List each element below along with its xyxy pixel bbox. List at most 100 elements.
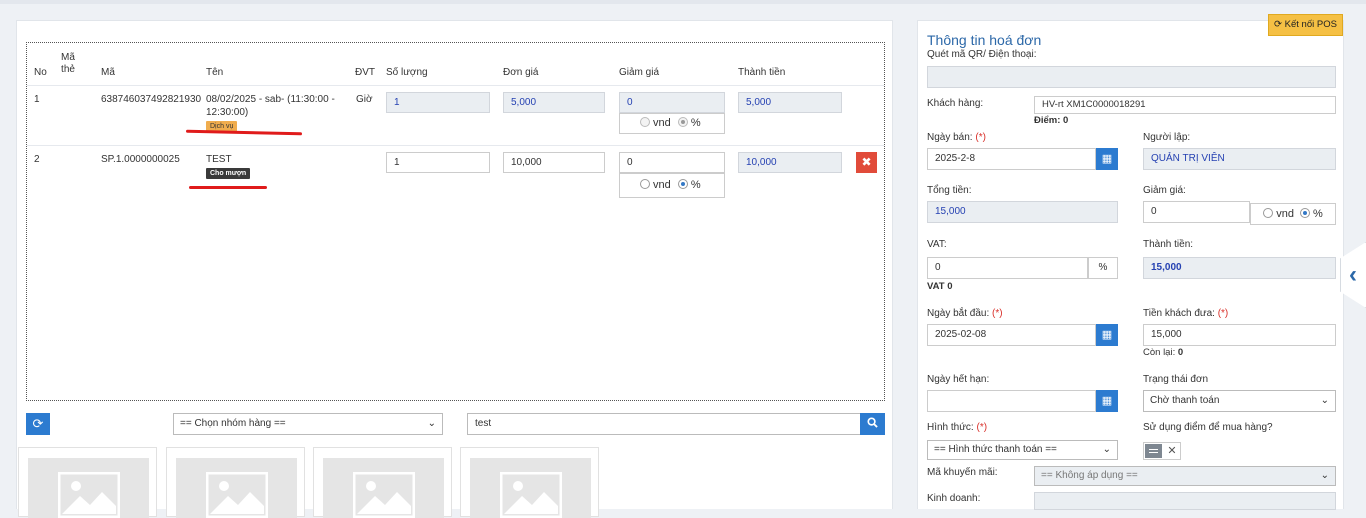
- promo-select[interactable]: == Không áp dụng == ⌄: [1034, 466, 1336, 486]
- start-date-calendar-button[interactable]: ▦: [1096, 324, 1118, 346]
- annotation-underline: [189, 186, 267, 189]
- paid-input[interactable]: 15,000: [1143, 324, 1336, 346]
- use-points-toggle[interactable]: ✕: [1143, 442, 1181, 460]
- row1-name-line1: 08/02/2025 - sab- (11:30:00 -: [206, 94, 335, 105]
- col-header-code: Mã: [101, 67, 115, 78]
- image-placeholder-icon: [500, 472, 562, 518]
- total-label: Tổng tiền:: [927, 185, 972, 196]
- cart-items-table: No Mã thẻ Mã Tên ĐVT Số lượng Đơn giá Gi…: [26, 42, 885, 401]
- row-divider: [27, 145, 884, 146]
- row1-unit: Giờ: [356, 94, 373, 105]
- row2-name: TEST: [206, 154, 232, 165]
- row1-quantity-input[interactable]: 1: [386, 92, 490, 113]
- refresh-button[interactable]: ⟳: [26, 413, 50, 435]
- payment-method-select[interactable]: == Hình thức thanh toán == ⌄: [927, 440, 1118, 460]
- vat-unit: %: [1088, 257, 1118, 279]
- row2-quantity-input[interactable]: 1: [386, 152, 490, 173]
- amount-input: 15,000: [1143, 257, 1336, 279]
- sale-date-calendar-button[interactable]: ▦: [1096, 148, 1118, 170]
- row2-radio-vnd[interactable]: [640, 179, 650, 189]
- row2-discount-input[interactable]: 0: [619, 152, 725, 173]
- col-header-unit-price: Đơn giá: [503, 67, 539, 78]
- discount-label: Giảm giá:: [1143, 185, 1186, 196]
- invoice-panel: ⟳ Kết nối POS Thông tin hoá đơn Quét mã …: [917, 14, 1344, 510]
- radio-vnd[interactable]: [1263, 208, 1274, 218]
- chevron-down-icon: ⌄: [1320, 470, 1329, 481]
- row2-borrow-badge: Cho mượn: [206, 168, 251, 179]
- row1-radio-percent[interactable]: [677, 117, 688, 127]
- row1-discount-input[interactable]: 0: [619, 92, 725, 113]
- top-bar: [0, 0, 1366, 4]
- start-date-label: Ngày bắt đầu: (*): [927, 308, 1003, 319]
- cart-panel: No Mã thẻ Mã Tên ĐVT Số lượng Đơn giá Gi…: [16, 20, 893, 518]
- amount-label: Thành tiền:: [1143, 239, 1194, 250]
- chevron-down-icon: ⌄: [1320, 395, 1329, 406]
- payment-label: Hình thức: (*): [927, 422, 988, 433]
- customer-label: Khách hàng:: [927, 98, 984, 109]
- close-icon: ✕: [1167, 445, 1177, 457]
- vat-input[interactable]: 0: [927, 257, 1088, 279]
- col-header-card-code: Mã thẻ: [61, 52, 75, 75]
- search-button[interactable]: [860, 413, 885, 435]
- promo-label: Mã khuyến mãi:: [927, 467, 998, 478]
- total-input: 15,000: [927, 201, 1118, 223]
- product-group-select[interactable]: == Chọn nhóm hàng == ⌄: [173, 413, 443, 435]
- qr-input[interactable]: [927, 66, 1336, 88]
- row1-discount-type: vnd %: [619, 113, 725, 134]
- chevron-down-icon: ⌄: [1102, 444, 1111, 455]
- points-display: Điểm: 0: [1034, 115, 1069, 126]
- sale-date-label: Ngày bán: (*): [927, 132, 986, 143]
- row1-unit-price-input[interactable]: 5,000: [503, 92, 605, 113]
- use-points-label: Sử dụng điểm để mua hàng?: [1143, 422, 1273, 433]
- product-card[interactable]: [313, 447, 452, 518]
- row2-code: SP.1.0000000025: [101, 154, 180, 165]
- col-header-quantity: Số lượng: [386, 67, 428, 78]
- business-label: Kinh doanh:: [927, 493, 981, 504]
- product-card[interactable]: [18, 447, 157, 518]
- row1-code: 638746037492821930: [101, 94, 202, 105]
- col-header-total: Thành tiền: [738, 67, 786, 78]
- sale-date-input[interactable]: 2025-2-8: [927, 148, 1096, 170]
- refresh-icon: ⟳: [1274, 19, 1283, 30]
- row1-radio-vnd[interactable]: [640, 117, 650, 127]
- calendar-icon: ▦: [1101, 153, 1113, 165]
- menu-icon: [1145, 444, 1162, 458]
- product-search-input[interactable]: test: [467, 413, 861, 435]
- header-divider: [27, 85, 884, 86]
- row2-unit-price-input[interactable]: 10,000: [503, 152, 605, 173]
- customer-input[interactable]: HV-rt XM1C0000018291: [1034, 96, 1336, 114]
- remaining-display: Còn lại: 0: [1143, 347, 1184, 358]
- row2-delete-button[interactable]: ✖: [856, 152, 877, 173]
- row2-total: 10,000: [738, 152, 842, 173]
- row2-radio-percent[interactable]: [677, 179, 688, 189]
- row1-no: 1: [34, 94, 40, 105]
- radio-percent[interactable]: [1300, 208, 1311, 218]
- invoice-title: Thông tin hoá đơn: [927, 32, 1042, 48]
- connect-pos-button[interactable]: ⟳ Kết nối POS: [1268, 14, 1343, 36]
- creator-label: Người lập:: [1143, 132, 1191, 143]
- vat-label: VAT:: [927, 239, 947, 250]
- expiry-input[interactable]: [927, 390, 1096, 412]
- image-placeholder-icon: [206, 472, 268, 518]
- discount-type: vnd %: [1250, 203, 1336, 225]
- refresh-icon: ⟳: [32, 416, 44, 431]
- product-card[interactable]: [166, 447, 305, 518]
- calendar-icon: ▦: [1101, 329, 1113, 341]
- product-card[interactable]: [460, 447, 599, 518]
- col-header-unit: ĐVT: [355, 67, 375, 78]
- discount-input[interactable]: 0: [1143, 201, 1250, 223]
- chevron-left-icon: ‹: [1349, 261, 1357, 288]
- start-date-input[interactable]: 2025-02-08: [927, 324, 1096, 346]
- image-placeholder-icon: [353, 472, 415, 518]
- paid-label: Tiền khách đưa: (*): [1143, 308, 1229, 319]
- status-select[interactable]: Chờ thanh toán ⌄: [1143, 390, 1336, 412]
- business-input[interactable]: [1034, 492, 1336, 510]
- col-header-no: No: [34, 67, 47, 78]
- row2-no: 2: [34, 154, 40, 165]
- expiry-calendar-button[interactable]: ▦: [1096, 390, 1118, 412]
- creator-input: QUẢN TRỊ VIÊN: [1143, 148, 1336, 170]
- qr-label: Quét mã QR/ Điện thoại:: [927, 49, 1037, 60]
- row1-name-line2: 12:30:00): [206, 107, 249, 118]
- status-label: Trạng thái đơn: [1143, 374, 1209, 385]
- close-icon: ✖: [861, 155, 872, 169]
